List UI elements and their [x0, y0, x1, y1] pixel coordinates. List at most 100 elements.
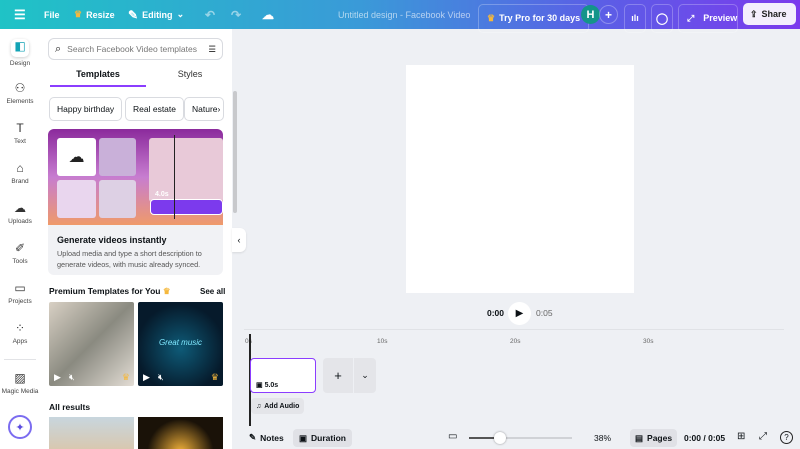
chevron-right-icon: › — [217, 104, 221, 114]
shapes-icon: ⚇ — [14, 81, 26, 95]
rail-apps[interactable]: ⁘ Apps — [0, 321, 40, 345]
chevron-down-icon[interactable]: ⌄ — [354, 358, 376, 393]
design-canvas[interactable] — [406, 65, 634, 293]
rail-brand[interactable]: ⌂ Brand — [0, 161, 40, 185]
menu-icon[interactable]: ☰ — [14, 0, 26, 29]
result-thumbnail[interactable] — [49, 417, 134, 449]
add-page-button[interactable]: + — [323, 358, 353, 393]
apps-icon: ⁘ — [14, 321, 26, 335]
preview-button[interactable]: ⤢ Preview — [678, 3, 738, 33]
tab-styles[interactable]: Styles — [142, 69, 238, 87]
rail-text[interactable]: T Text — [0, 121, 40, 145]
playback-time: 0:00 / 0:05 — [684, 433, 726, 443]
chip-label: Nature — [192, 104, 218, 114]
duration-button[interactable]: ▣ Duration — [293, 429, 352, 447]
rail-label: Brand — [11, 178, 29, 185]
crown-icon: ♛ — [74, 9, 83, 19]
zoom-slider[interactable] — [469, 432, 572, 444]
folder-icon: ▭ — [14, 281, 26, 295]
avatar[interactable]: H — [581, 5, 600, 24]
rail-label: Tools — [12, 258, 28, 265]
clip-time: 4.0s — [155, 191, 169, 198]
rail-uploads[interactable]: ☁ Uploads — [0, 201, 40, 225]
search-input[interactable]: ⌕ Search Facebook Video templates ☰ — [48, 38, 223, 60]
notes-label: Notes — [260, 432, 284, 443]
add-audio-label: Add Audio — [264, 402, 300, 410]
help-icon[interactable]: ? — [780, 431, 793, 444]
chip-real-estate[interactable]: Real estate — [125, 97, 184, 121]
preview-label: Preview — [703, 13, 738, 23]
clip-duration: ▣ 5.0s — [256, 381, 278, 389]
timeline-divider — [244, 329, 784, 330]
resize-label: Resize — [86, 9, 115, 20]
tick-10s: 10s — [377, 338, 388, 345]
search-icon: ⌕ — [55, 42, 62, 55]
tick-20s: 20s — [510, 338, 521, 345]
grid-view-icon[interactable]: ⊞ — [737, 431, 745, 442]
filter-icon[interactable]: ☰ — [208, 44, 216, 55]
rail-label: Text — [14, 138, 26, 145]
top-bar: ☰ File ♛ Resize ✎ Editing ⌄ ↶ ↷ ☁ Untitled … — [0, 0, 800, 33]
crown-icon: ♛ — [121, 372, 130, 382]
all-results-title: All results — [49, 402, 91, 412]
template-thumbnail-music[interactable]: Great music ▶ 🔇︎ ♛ — [138, 302, 223, 386]
play-button[interactable]: ▶ — [508, 302, 531, 325]
rail-label: Design — [9, 60, 31, 67]
promo-card[interactable]: ☁ 4.0s Generate videos instantly Upload … — [48, 129, 223, 275]
result-thumbnail[interactable] — [138, 417, 223, 449]
zoom-level[interactable]: 38% — [594, 433, 611, 443]
pages-button[interactable]: ▤ Pages — [630, 429, 678, 447]
play-icon: ▶ — [54, 372, 61, 382]
template-thumbnail-photos[interactable]: ▶ 🔇︎ ♛ — [49, 302, 134, 386]
share-button[interactable]: ⇪ Share — [743, 3, 796, 25]
file-menu[interactable]: File — [44, 0, 60, 29]
rail-tools[interactable]: ✐ Tools — [0, 241, 40, 265]
dog-clip-preview: 4.0s — [149, 138, 223, 202]
music-text: Great music — [158, 338, 203, 347]
rail-label: Magic Media — [1, 388, 39, 395]
try-pro-button[interactable]: ♛ Try Pro for 30 days — [478, 3, 590, 33]
comment-icon[interactable]: ◯ — [651, 3, 673, 33]
try-pro-label: Try Pro for 30 days — [499, 13, 581, 23]
premium-section-title: Premium Templates for You ♛ — [49, 286, 170, 297]
tab-templates[interactable]: Templates — [50, 69, 146, 87]
chip-nature[interactable]: Nature › — [184, 97, 224, 121]
notes-button[interactable]: ✎ Notes — [249, 432, 284, 443]
add-audio-button[interactable]: ♫ Add Audio — [251, 398, 305, 414]
left-rail: ◧ Design ⚇ Elements T Text ⌂ Brand ☁ Uploads … — [0, 29, 40, 449]
magic-assistant-button[interactable]: ✦ — [8, 415, 32, 439]
text-icon: T — [16, 121, 24, 135]
cloud-saved-icon[interactable]: ☁ — [262, 0, 274, 29]
fullscreen-icon[interactable]: ⤢ — [759, 431, 767, 442]
rail-label: Projects — [8, 298, 32, 305]
tools-icon: ✐ — [14, 241, 26, 255]
brand-icon: ⌂ — [16, 161, 24, 175]
mute-icon: 🔇︎ — [158, 372, 164, 382]
panel-scrollbar[interactable] — [233, 91, 237, 213]
crown-icon: ♛ — [210, 372, 219, 382]
page-clip[interactable]: ▣ 5.0s — [250, 358, 316, 393]
expand-icon: ⤢ — [687, 12, 695, 23]
collapse-panel-button[interactable]: ‹ — [232, 228, 246, 252]
rail-projects[interactable]: ▭ Projects — [0, 281, 40, 305]
rail-magic-media[interactable]: ▨ Magic Media — [0, 371, 40, 395]
see-all-link[interactable]: See all — [200, 287, 225, 296]
chip-happy-birthday[interactable]: Happy birthday — [49, 97, 123, 121]
editing-label: Editing — [142, 9, 173, 20]
design-title[interactable]: Untitled design - Facebook Video — [338, 0, 470, 29]
editing-dropdown[interactable]: ✎ Editing ⌄ — [128, 0, 184, 29]
undo-icon[interactable]: ↶ — [205, 0, 215, 29]
insights-icon[interactable]: ılı — [624, 3, 646, 33]
pages-icon: ▤ — [635, 432, 644, 443]
pencil-icon: ✎ — [128, 7, 139, 22]
thumbnail-view-icon[interactable]: ▭ — [448, 431, 457, 442]
resize-button[interactable]: ♛ Resize — [74, 0, 115, 29]
rail-label: Elements — [6, 98, 34, 105]
zoom-slider-handle[interactable] — [493, 432, 506, 444]
rail-design[interactable]: ◧ Design — [0, 39, 40, 67]
add-collaborator-icon[interactable]: + — [599, 5, 618, 24]
redo-icon[interactable]: ↷ — [231, 0, 241, 29]
rail-elements[interactable]: ⚇ Elements — [0, 81, 40, 105]
share-label: Share — [761, 9, 787, 19]
promo-title: Generate videos instantly — [57, 235, 167, 245]
